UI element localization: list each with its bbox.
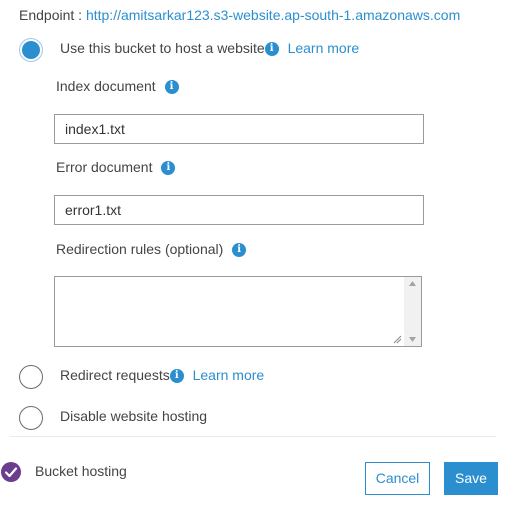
index-document-input[interactable]: [54, 114, 424, 144]
index-document-label: Index document: [56, 78, 156, 94]
endpoint-label: Endpoint :: [19, 7, 83, 23]
scroll-down-arrow-icon: [409, 337, 416, 342]
check-circle-icon: [1, 462, 21, 482]
endpoint-link[interactable]: http://amitsarkar123.s3-website.ap-south…: [86, 7, 460, 23]
host-website-row: Use this bucket to host a website i Learn…: [60, 40, 360, 57]
redirect-requests-radio[interactable]: [19, 365, 43, 389]
error-document-row: Error document i: [56, 159, 176, 176]
endpoint-row: Endpoint : http://amitsarkar123.s3-websi…: [19, 7, 460, 23]
info-icon[interactable]: i: [161, 161, 176, 176]
host-learn-more-link[interactable]: Learn more: [288, 40, 360, 56]
redirection-rules-textarea[interactable]: [54, 276, 422, 347]
redirection-rules-label: Redirection rules (optional): [56, 241, 224, 257]
host-website-radio[interactable]: [19, 38, 43, 62]
footer-divider: [10, 436, 496, 437]
resize-handle-icon[interactable]: [392, 334, 402, 344]
info-icon[interactable]: i: [169, 369, 184, 384]
textarea-scrollbar[interactable]: [404, 277, 421, 346]
redirection-rules-row: Redirection rules (optional) i: [56, 241, 247, 258]
error-document-input[interactable]: [54, 195, 424, 225]
info-icon[interactable]: i: [232, 243, 247, 258]
save-button[interactable]: Save: [444, 462, 498, 495]
redirect-requests-label: Redirect requests: [60, 367, 170, 383]
bucket-hosting-label: Bucket hosting: [35, 463, 127, 479]
scroll-up-arrow-icon: [409, 281, 416, 286]
info-icon[interactable]: i: [164, 80, 179, 95]
redirect-requests-row: Redirect requests i Learn more: [60, 367, 265, 384]
host-website-label: Use this bucket to host a website: [60, 40, 265, 56]
cancel-button[interactable]: Cancel: [365, 462, 430, 495]
redirect-learn-more-link[interactable]: Learn more: [193, 367, 265, 383]
disable-hosting-label: Disable website hosting: [60, 408, 208, 424]
info-icon[interactable]: i: [264, 42, 279, 57]
error-document-label: Error document: [56, 159, 153, 175]
index-document-row: Index document i: [56, 78, 179, 95]
disable-hosting-radio[interactable]: [19, 406, 43, 430]
